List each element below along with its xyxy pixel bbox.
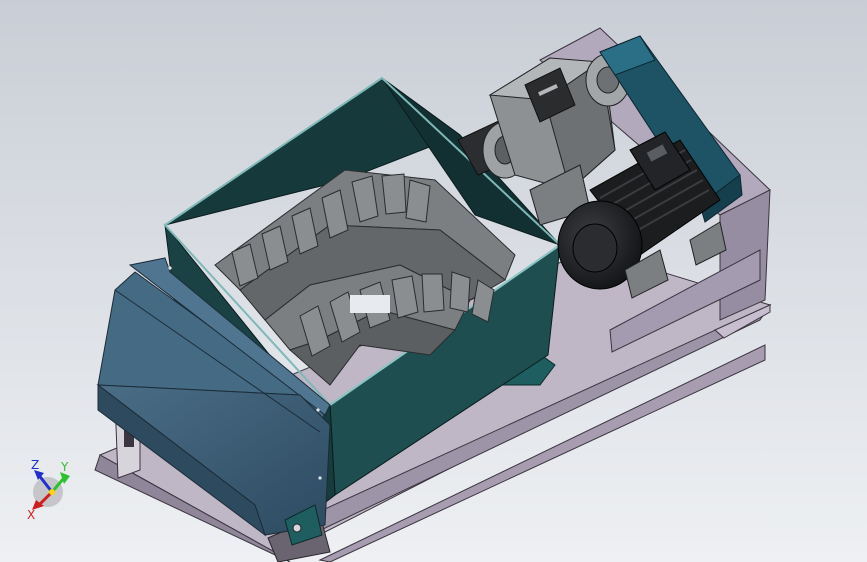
triad-y-label: Y (60, 460, 69, 474)
mount-bolt (292, 523, 302, 533)
triad-z-label: Z (31, 458, 39, 472)
cad-viewport[interactable]: Z Y X (0, 0, 867, 562)
triad-x-label: X (27, 508, 35, 522)
model-canvas[interactable]: Z Y X (0, 0, 867, 562)
triad-origin-dot (49, 489, 55, 495)
